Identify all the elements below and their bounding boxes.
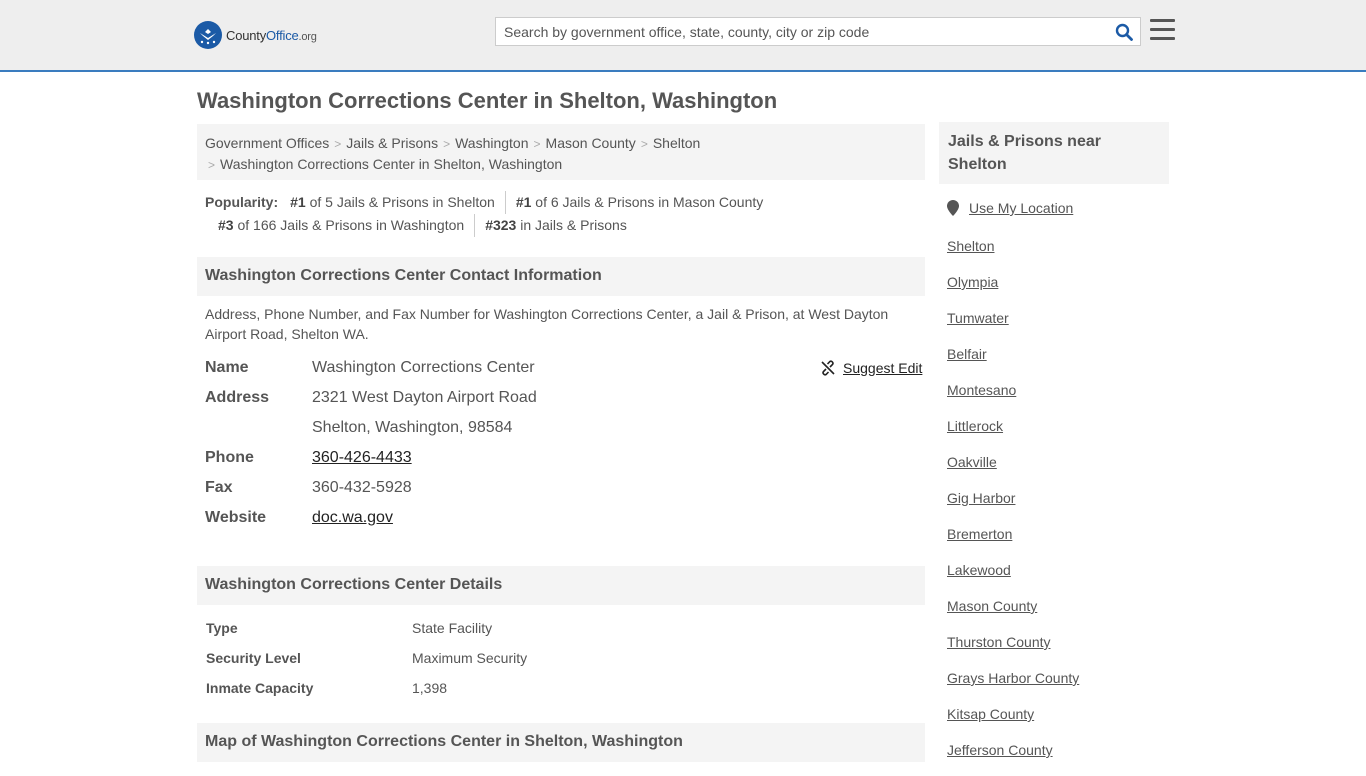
search-icon[interactable] [1115, 23, 1133, 41]
popularity-item: #323 in Jails & Prisons [474, 214, 637, 237]
breadcrumb-mason-county[interactable]: Mason County [546, 135, 636, 151]
nearby-link-bremerton[interactable]: Bremerton [947, 524, 1079, 560]
nearby-link-montesano[interactable]: Montesano [947, 380, 1079, 416]
contact-description: Address, Phone Number, and Fax Number fo… [205, 306, 889, 342]
details-table: Type State Facility Security Level Maximum… [205, 618, 925, 708]
nearby-link-oakville[interactable]: Oakville [947, 452, 1079, 488]
website-link[interactable]: doc.wa.gov [312, 509, 393, 526]
breadcrumb-washington[interactable]: Washington [455, 135, 528, 151]
contact-row-name: Name Washington Corrections Center [205, 355, 925, 385]
contact-row-website: Website doc.wa.gov [205, 509, 393, 526]
contact-row-phone: Phone 360-426-4433 [205, 449, 412, 466]
phone-link[interactable]: 360-426-4433 [312, 449, 412, 466]
contact-row-address-2: Shelton, Washington, 98584 [205, 415, 925, 445]
details-section-heading: Washington Corrections Center Details [197, 566, 925, 605]
contact-row-address: Address 2321 West Dayton Airport Road [205, 385, 925, 415]
popularity-item: #1 of 6 Jails & Prisons in Mason County [504, 191, 773, 214]
nearby-link-littlerock[interactable]: Littlerock [947, 416, 1079, 452]
breadcrumb-jails-prisons[interactable]: Jails & Prisons [346, 135, 438, 151]
nearby-link-thurston-county[interactable]: Thurston County [947, 632, 1079, 668]
details-row-security-level: Security Level Maximum Security [206, 650, 528, 666]
popularity-rankings: Popularity: #1 of 5 Jails & Prisons in Sh… [205, 191, 925, 237]
nearby-link-jefferson-county[interactable]: Jefferson County [947, 740, 1079, 776]
nearby-link-mason-county[interactable]: Mason County [947, 596, 1079, 632]
popularity-item: #1 of 5 Jails & Prisons in Shelton [290, 194, 495, 210]
nearby-link-shelton[interactable]: Shelton [947, 236, 1079, 272]
breadcrumb-shelton[interactable]: Shelton [653, 135, 700, 151]
use-my-location-link[interactable]: Use My Location [969, 200, 1073, 216]
search-box [495, 17, 1141, 46]
nearby-link-belfair[interactable]: Belfair [947, 344, 1079, 380]
breadcrumb-government-offices[interactable]: Government Offices [205, 135, 329, 151]
contact-info-table: Name Washington Corrections Center Addres… [205, 355, 925, 535]
nearby-link-lakewood[interactable]: Lakewood [947, 560, 1079, 596]
map-section-heading: Map of Washington Corrections Center in … [197, 723, 925, 762]
logo-wordmark: CountyOffice.org [226, 27, 317, 43]
nearby-link-kitsap-county[interactable]: Kitsap County [947, 704, 1079, 740]
facility-name: Washington Corrections Center [312, 359, 535, 376]
address-line2: Shelton, Washington, 98584 [312, 419, 513, 436]
address-line1: 2321 West Dayton Airport Road [312, 389, 537, 406]
nearby-locations-list: Shelton Olympia Tumwater Belfair Montesa… [947, 236, 1079, 776]
breadcrumb: Government Offices > Jails & Prisons > Washi… [197, 124, 925, 180]
popularity-item: #3 of 166 Jails & Prisons in Washington [218, 217, 465, 233]
search-input[interactable] [496, 18, 1096, 45]
map-pin-icon [947, 200, 959, 216]
site-header: CountyOffice.org [0, 0, 1366, 72]
nearby-link-olympia[interactable]: Olympia [947, 272, 1079, 308]
popularity-label: Popularity: [205, 194, 279, 210]
breadcrumb-current: Washington Corrections Center in Shelton… [220, 156, 563, 172]
details-row-type: Type State Facility [206, 620, 493, 636]
hamburger-menu-icon[interactable] [1150, 19, 1175, 41]
use-my-location[interactable]: Use My Location [947, 200, 1073, 216]
sidebar-heading: Jails & Prisons near Shelton [939, 122, 1169, 184]
details-row-inmate-capacity: Inmate Capacity 1,398 [206, 680, 448, 696]
contact-row-fax: Fax 360-432-5928 [205, 475, 925, 505]
nearby-link-grays-harbor-county[interactable]: Grays Harbor County [947, 668, 1079, 704]
county-seal-icon [194, 21, 222, 49]
site-logo[interactable]: CountyOffice.org [194, 21, 317, 49]
page-title: Washington Corrections Center in Shelton… [197, 88, 778, 113]
nearby-link-gig-harbor[interactable]: Gig Harbor [947, 488, 1079, 524]
contact-section-heading: Washington Corrections Center Contact In… [197, 257, 925, 296]
fax-number: 360-432-5928 [312, 479, 412, 496]
nearby-link-tumwater[interactable]: Tumwater [947, 308, 1079, 344]
